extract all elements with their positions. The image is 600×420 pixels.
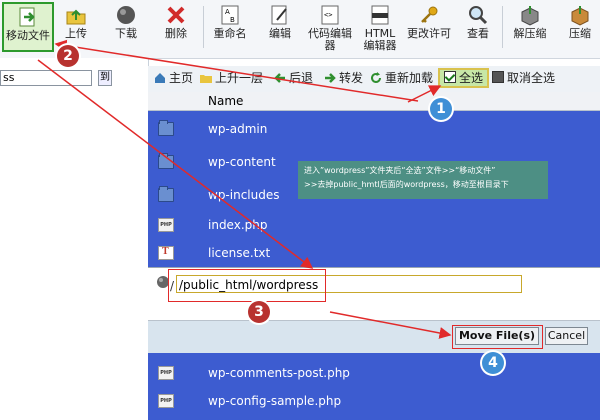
toolbar-separator	[502, 6, 503, 48]
file-name: wp-content	[208, 155, 276, 169]
deselect-all-label: 取消全选	[507, 71, 556, 85]
magnifier-icon	[469, 6, 488, 25]
instruction-note: 进入”wordpress”文件夹后“全选”文件>>“移动文件” >>去掉publ…	[298, 161, 548, 199]
forward-label: 转发	[339, 71, 364, 85]
download-icon	[117, 6, 135, 24]
deselect-all-button[interactable]: 取消全选	[492, 70, 555, 86]
toolbar: 移动文件 上传 下载 删除 A B 重命名 编辑 <> 代码编辑器 HTML编辑…	[0, 0, 600, 59]
checkbox-checked-icon	[444, 71, 456, 83]
reload-button[interactable]: 重新加载	[370, 70, 433, 86]
name-column-header[interactable]: Name	[208, 94, 243, 108]
move-file-icon	[19, 7, 35, 27]
download-button[interactable]: 下载	[104, 2, 148, 40]
text-file-icon	[158, 246, 174, 260]
move-file-label: 移动文件	[6, 29, 50, 42]
edit-icon	[271, 5, 287, 25]
cancel-button[interactable]: Cancel	[545, 327, 588, 345]
upload-icon	[66, 9, 86, 25]
toolbar-separator	[203, 6, 204, 48]
delete-button[interactable]: 删除	[154, 2, 198, 40]
upload-button[interactable]: 上传	[54, 2, 98, 40]
back-button[interactable]: 后退	[274, 70, 313, 86]
file-name: wp-includes	[208, 188, 280, 202]
path-highlight-box	[168, 269, 326, 302]
instruction-line-2: >>去掉public_hmtl后面的wordpress，移动至根目录下	[304, 180, 509, 189]
home-button[interactable]: 主页	[154, 70, 193, 86]
compress-label: 压缩	[569, 27, 591, 40]
home-icon	[155, 73, 165, 83]
file-name: wp-config-sample.php	[208, 394, 342, 408]
file-name: wp-admin	[208, 122, 268, 136]
file-name: license.txt	[208, 246, 271, 260]
step-badge-3: 3	[248, 301, 270, 323]
arrow-left-icon	[274, 73, 285, 83]
reload-icon	[371, 72, 381, 83]
permissions-label: 更改许可	[407, 27, 451, 40]
reload-label: 重新加载	[385, 71, 434, 85]
file-row[interactable]: PHP index.php	[148, 210, 600, 241]
html-editor-icon	[371, 5, 389, 25]
extract-label: 解压缩	[513, 27, 547, 40]
up-one-level-label: 上升一层	[215, 71, 264, 85]
code-editor-label: 代码编辑器	[308, 27, 352, 52]
php-file-icon: PHP	[158, 394, 174, 408]
move-button-highlight-box	[452, 325, 543, 349]
extract-icon	[521, 6, 539, 26]
folder-icon	[158, 153, 174, 169]
php-file-icon: PHP	[158, 366, 174, 380]
go-button[interactable]: 到	[98, 70, 112, 86]
arrow-right-icon	[325, 73, 336, 83]
upload-label: 上传	[65, 27, 87, 40]
file-name: index.php	[208, 218, 268, 232]
file-row[interactable]: wp-admin	[148, 114, 600, 145]
navigation-bar: 主页 上升一层 后退 转发 重新加载 全选 取消全选	[148, 66, 600, 93]
edit-button[interactable]: 编辑	[258, 2, 302, 40]
delete-label: 删除	[165, 27, 187, 40]
list-header: Name	[148, 92, 600, 111]
key-icon	[421, 6, 438, 23]
file-row[interactable]: PHP wp-config-sample.php	[148, 386, 600, 417]
view-label: 查看	[467, 27, 489, 40]
folder-up-icon	[200, 75, 212, 83]
step-badge-2: 2	[57, 45, 79, 67]
rename-label: 重命名	[213, 27, 247, 40]
file-row[interactable]: license.txt	[148, 238, 600, 269]
delete-icon	[167, 6, 185, 24]
select-all-button[interactable]: 全选	[438, 68, 490, 88]
directory-input[interactable]: ss	[0, 70, 92, 86]
html-editor-label: HTML编辑器	[363, 27, 397, 52]
view-button[interactable]: 查看	[458, 2, 498, 40]
folder-icon	[158, 120, 174, 136]
file-list: Name wp-admin wp-content wp-includes PHP…	[148, 92, 600, 420]
step-badge-4: 4	[482, 352, 504, 374]
back-label: 后退	[289, 71, 314, 85]
left-pane: ss 到	[0, 58, 149, 420]
code-editor-button[interactable]: <> 代码编辑器	[304, 2, 356, 52]
code-editor-icon: <>	[321, 5, 339, 25]
file-name: wp-comments-post.php	[208, 366, 350, 380]
checkbox-icon	[492, 71, 504, 83]
php-file-icon: PHP	[158, 218, 174, 232]
html-editor-button[interactable]: HTML编辑器	[360, 2, 400, 52]
svg-text:B: B	[230, 16, 235, 24]
svg-text:A: A	[225, 8, 230, 16]
step-badge-1: 1	[430, 98, 452, 120]
file-row[interactable]: PHP wp-comments-post.php	[148, 358, 600, 389]
edit-label: 编辑	[269, 27, 291, 40]
up-one-level-button[interactable]: 上升一层	[200, 70, 263, 86]
compress-button[interactable]: 压缩	[560, 2, 600, 40]
home-label: 主页	[169, 71, 194, 85]
extract-button[interactable]: 解压缩	[506, 2, 554, 40]
svg-text:<>: <>	[324, 11, 332, 19]
rename-icon: A B	[221, 5, 239, 25]
permissions-button[interactable]: 更改许可	[404, 2, 454, 40]
instruction-line-1: 进入”wordpress”文件夹后“全选”文件>>“移动文件”	[304, 166, 496, 175]
move-file-button[interactable]: 移动文件	[2, 2, 54, 52]
rename-button[interactable]: A B 重命名	[208, 2, 252, 40]
folder-icon	[158, 186, 174, 202]
forward-button[interactable]: 转发	[324, 70, 363, 86]
download-label: 下载	[115, 27, 137, 40]
select-all-label: 全选	[459, 71, 484, 85]
compress-icon	[571, 6, 589, 26]
